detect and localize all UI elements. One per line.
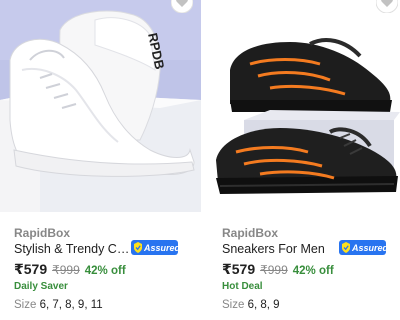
product-card-black-sneakers[interactable]: RapidBox Sneakers For Men Assured ₹579 ₹9… xyxy=(210,0,400,320)
deal-tag: Daily Saver xyxy=(14,281,68,292)
discount-percent: 42% off xyxy=(84,265,126,277)
size-values: 6, 8, 9 xyxy=(247,299,280,311)
assured-badge-icon: Assured xyxy=(339,240,389,255)
discount-percent: 42% off xyxy=(292,265,334,277)
price-row: ₹579 ₹999 42% off xyxy=(222,261,334,278)
size-label: Size xyxy=(14,299,37,311)
product-grid: RPDB RapidBox Stylish & Trendy Casuals..… xyxy=(0,0,400,320)
svg-text:Assured: Assured xyxy=(143,243,178,253)
selling-price: ₹579 xyxy=(222,261,256,277)
product-image[interactable] xyxy=(210,0,400,212)
product-card-white-sneakers[interactable]: RPDB RapidBox Stylish & Trendy Casuals..… xyxy=(0,0,201,320)
original-price: ₹999 xyxy=(52,263,80,277)
original-price: ₹999 xyxy=(260,263,288,277)
svg-text:Assured: Assured xyxy=(351,243,386,253)
size-options: Size 6, 8, 9 xyxy=(222,299,280,311)
white-sneakers-image: RPDB xyxy=(0,0,201,212)
black-sneakers-image xyxy=(210,0,400,212)
size-options: Size 6, 7, 8, 9, 11 xyxy=(14,299,103,311)
product-brand: RapidBox xyxy=(222,226,279,240)
product-brand: RapidBox xyxy=(14,226,71,240)
heart-icon[interactable] xyxy=(170,0,194,14)
product-title[interactable]: Stylish & Trendy Casuals... xyxy=(14,242,130,256)
selling-price: ₹579 xyxy=(14,261,48,277)
product-title[interactable]: Sneakers For Men xyxy=(222,242,325,256)
deal-tag: Hot Deal xyxy=(222,281,263,292)
heart-icon[interactable] xyxy=(375,0,399,14)
assured-badge-icon: Assured xyxy=(131,240,181,255)
product-image[interactable]: RPDB xyxy=(0,0,201,212)
size-label: Size xyxy=(222,299,245,311)
size-values: 6, 7, 8, 9, 11 xyxy=(39,299,103,311)
price-row: ₹579 ₹999 42% off xyxy=(14,261,126,278)
